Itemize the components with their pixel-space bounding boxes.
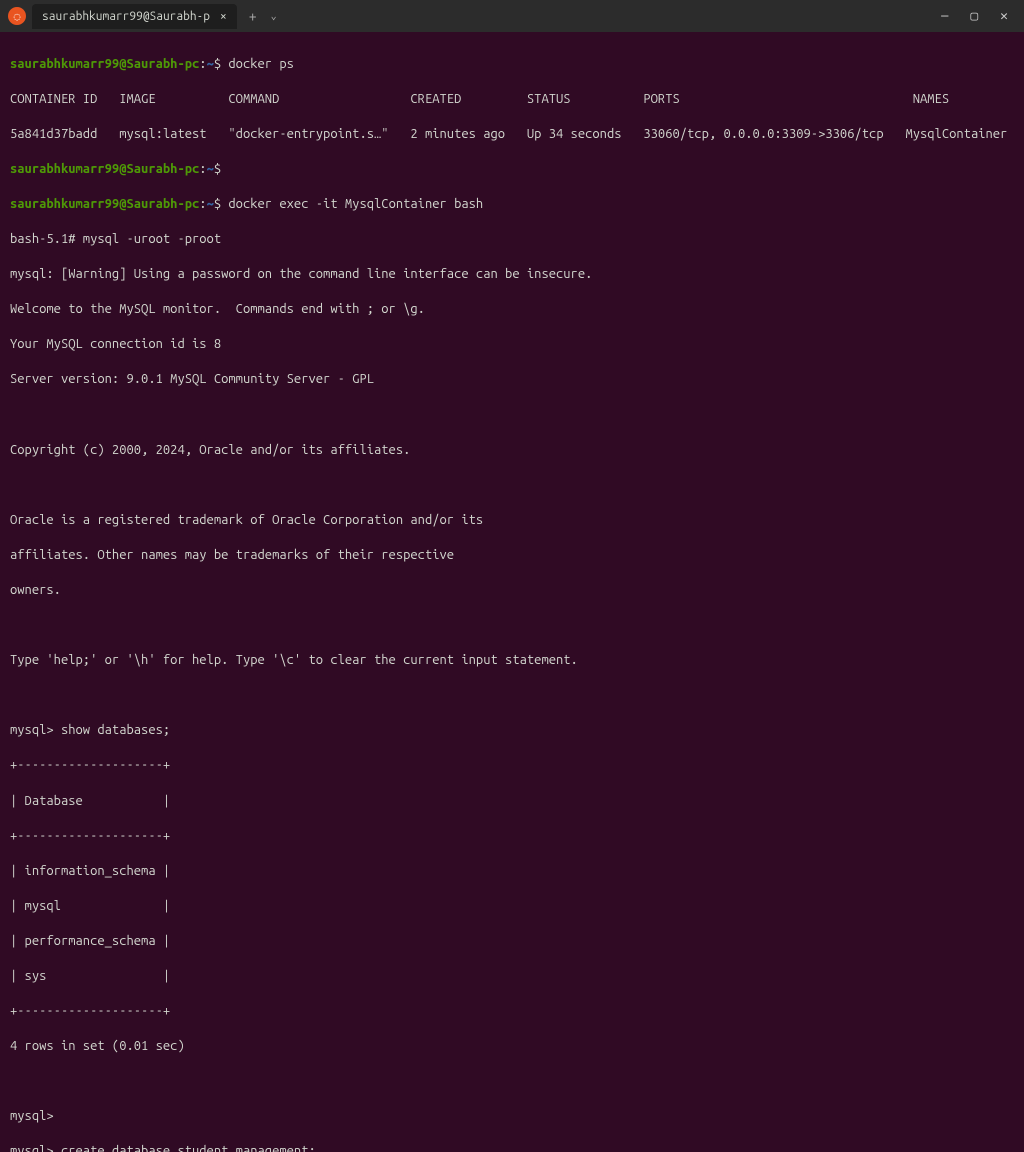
command-docker-exec: docker exec -it MysqlContainer bash: [228, 197, 483, 211]
mysql-connection-id: Your MySQL connection id is 8: [10, 336, 1014, 354]
maximize-button[interactable]: ▢: [962, 9, 986, 24]
tab-dropdown-icon[interactable]: ⌄: [269, 10, 279, 22]
mysql-cmd-show-db: mysql> show databases;: [10, 722, 1014, 740]
table-header: | Database |: [10, 793, 1014, 811]
titlebar: ◌ saurabhkumarr99@Saurabh-p × + ⌄ — ▢ ✕: [0, 0, 1024, 32]
mysql-server-version: Server version: 9.0.1 MySQL Community Se…: [10, 371, 1014, 389]
table-row: | mysql |: [10, 898, 1014, 916]
bash-prompt-line: bash-5.1# mysql -uroot -proot: [10, 231, 1014, 249]
mysql-copyright: Copyright (c) 2000, 2024, Oracle and/or …: [10, 442, 1014, 460]
docker-ps-row: 5a841d37badd mysql:latest "docker-entryp…: [10, 126, 1014, 144]
prompt-path: ~: [207, 57, 214, 71]
rowcount: 4 rows in set (0.01 sec): [10, 1038, 1014, 1056]
mysql-trademark: Oracle is a registered trademark of Orac…: [10, 512, 1014, 530]
new-tab-button[interactable]: +: [243, 8, 263, 24]
tab-label: saurabhkumarr99@Saurabh-p: [42, 10, 210, 23]
table-sep: +--------------------+: [10, 757, 1014, 775]
command-docker-ps: docker ps: [228, 57, 294, 71]
mysql-trademark: affiliates. Other names may be trademark…: [10, 547, 1014, 565]
mysql-help: Type 'help;' or '\h' for help. Type '\c'…: [10, 652, 1014, 670]
close-window-button[interactable]: ✕: [992, 9, 1016, 24]
table-row: | performance_schema |: [10, 933, 1014, 951]
prompt-user: saurabhkumarr99@Saurabh-pc: [10, 57, 199, 71]
mysql-welcome: Welcome to the MySQL monitor. Commands e…: [10, 301, 1014, 319]
prompt-user: saurabhkumarr99@Saurabh-pc: [10, 197, 199, 211]
terminal-body[interactable]: saurabhkumarr99@Saurabh-pc:~$ docker ps …: [0, 32, 1024, 1152]
table-row: | information_schema |: [10, 863, 1014, 881]
prompt-dollar: $: [214, 162, 221, 176]
prompt-user: saurabhkumarr99@Saurabh-pc: [10, 162, 199, 176]
ubuntu-logo-icon: ◌: [8, 7, 26, 25]
mysql-trademark: owners.: [10, 582, 1014, 600]
table-row: | sys |: [10, 968, 1014, 986]
mysql-prompt: mysql>: [10, 1108, 1014, 1126]
minimize-button[interactable]: —: [933, 9, 956, 23]
table-sep: +--------------------+: [10, 828, 1014, 846]
prompt-dollar: $: [214, 197, 221, 211]
docker-ps-header: CONTAINER ID IMAGE COMMAND CREATED STATU…: [10, 91, 1014, 109]
prompt-path: ~: [207, 197, 214, 211]
prompt-path: ~: [207, 162, 214, 176]
mysql-cmd-create-db: mysql> create database student_managemen…: [10, 1143, 1014, 1152]
table-sep: +--------------------+: [10, 1003, 1014, 1021]
mysql-warning: mysql: [Warning] Using a password on the…: [10, 266, 1014, 284]
close-tab-icon[interactable]: ×: [220, 10, 227, 23]
prompt-dollar: $: [214, 57, 221, 71]
terminal-tab[interactable]: saurabhkumarr99@Saurabh-p ×: [32, 4, 237, 29]
